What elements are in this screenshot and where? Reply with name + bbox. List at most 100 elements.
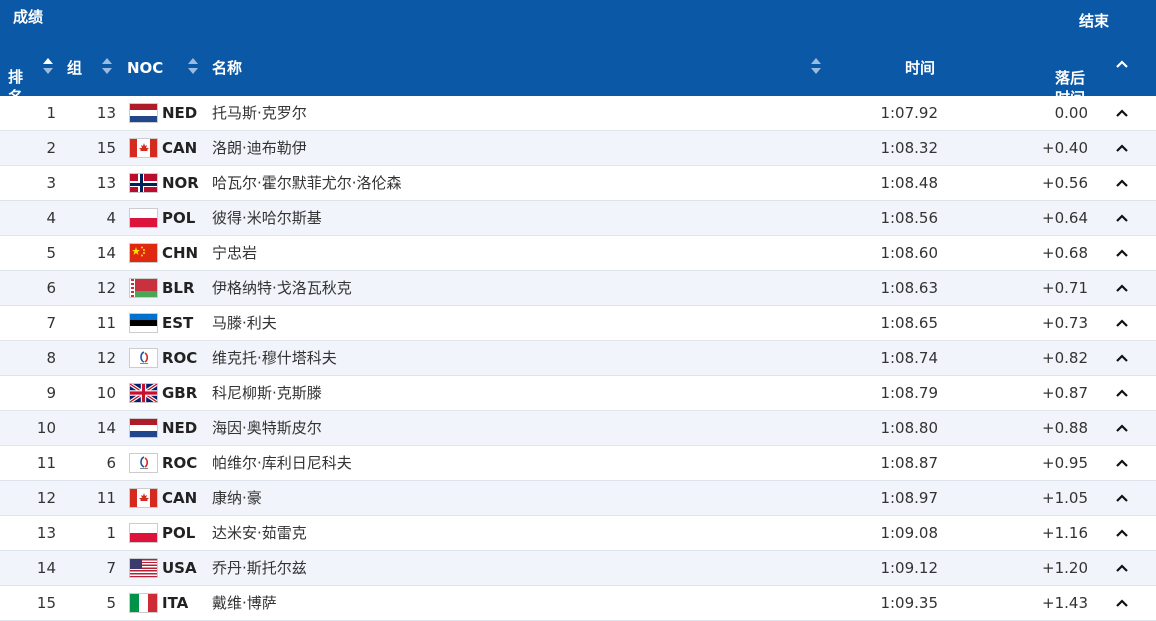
gap-cell: +1.20 xyxy=(1042,559,1088,577)
chevron-up-icon[interactable] xyxy=(1115,562,1129,574)
table-row[interactable]: 7 11 EST 马滕·利夫 1:08.65 +0.73 xyxy=(0,306,1156,341)
group-cell: 11 xyxy=(96,314,116,332)
chevron-up-icon[interactable] xyxy=(1115,352,1129,364)
table-row[interactable]: 5 14 CHN 宁忠岩 1:08.60 +0.68 xyxy=(0,236,1156,271)
table-row[interactable]: 12 11 CAN 康纳·豪 1:08.97 +1.05 xyxy=(0,481,1156,516)
group-cell: 13 xyxy=(96,174,116,192)
group-cell: 4 xyxy=(106,209,116,227)
athlete-name[interactable]: 马滕·利夫 xyxy=(212,306,277,340)
chevron-up-icon[interactable] xyxy=(1115,282,1129,294)
group-cell: 15 xyxy=(96,139,116,157)
noc-cell: CAN xyxy=(162,139,198,157)
table-row[interactable]: 15 5 ITA 戴维·博萨 1:09.35 +1.43 xyxy=(0,586,1156,621)
time-cell: 1:08.79 xyxy=(880,384,938,402)
group-cell: 12 xyxy=(96,279,116,297)
athlete-name[interactable]: 达米安·茹雷克 xyxy=(212,516,307,550)
noc-cell: BLR xyxy=(162,279,195,297)
gap-cell: +1.05 xyxy=(1042,489,1088,507)
time-cell: 1:08.63 xyxy=(880,279,938,297)
gap-cell: +0.40 xyxy=(1042,139,1088,157)
rank-cell: 10 xyxy=(36,419,56,437)
gap-cell: +0.95 xyxy=(1042,454,1088,472)
flag-icon xyxy=(129,243,158,263)
chevron-up-icon[interactable] xyxy=(1115,492,1129,504)
rank-cell: 13 xyxy=(36,524,56,542)
table-row[interactable]: 1 13 NED 托马斯·克罗尔 1:07.92 0.00 xyxy=(0,96,1156,131)
group-cell: 7 xyxy=(106,559,116,577)
gap-cell: +0.87 xyxy=(1042,384,1088,402)
noc-cell: POL xyxy=(162,524,196,542)
table-row[interactable]: 6 12 BLR 伊格纳特·戈洛瓦秋克 1:08.63 +0.71 xyxy=(0,271,1156,306)
athlete-name[interactable]: 彼得·米哈尔斯基 xyxy=(212,201,322,235)
athlete-name[interactable]: 科尼柳斯·克斯滕 xyxy=(212,376,322,410)
sort-icon[interactable] xyxy=(810,57,822,77)
gap-cell: +0.56 xyxy=(1042,174,1088,192)
flag-icon xyxy=(129,488,158,508)
chevron-up-icon[interactable] xyxy=(1115,142,1129,154)
sort-icon[interactable] xyxy=(187,57,199,77)
chevron-up-icon[interactable] xyxy=(1115,107,1129,119)
chevron-up-icon[interactable] xyxy=(1115,527,1129,539)
chevron-up-icon[interactable] xyxy=(1115,422,1129,434)
athlete-name[interactable]: 戴维·博萨 xyxy=(212,586,277,620)
sort-icon[interactable] xyxy=(42,57,54,77)
athlete-name[interactable]: 帕维尔·库利日尼科夫 xyxy=(212,446,352,480)
panel-title: 成绩 xyxy=(13,8,44,26)
flag-icon xyxy=(129,418,158,438)
rank-cell: 5 xyxy=(46,244,56,262)
gap-cell: +0.68 xyxy=(1042,244,1088,262)
table-row[interactable]: 2 15 CAN 洛朗·迪布勒伊 1:08.32 +0.40 xyxy=(0,131,1156,166)
table-row[interactable]: 8 12 ROC 维克托·穆什塔科夫 1:08.74 +0.82 xyxy=(0,341,1156,376)
time-cell: 1:09.08 xyxy=(880,524,938,542)
chevron-up-icon[interactable] xyxy=(1115,597,1129,609)
athlete-name[interactable]: 哈瓦尔·霍尔默菲尤尔·洛伦森 xyxy=(212,166,402,200)
athlete-name[interactable]: 海因·奥特斯皮尔 xyxy=(212,411,322,445)
group-cell: 10 xyxy=(96,384,116,402)
noc-cell: ITA xyxy=(162,594,189,612)
athlete-name[interactable]: 宁忠岩 xyxy=(212,236,257,270)
col-time[interactable]: 时间 xyxy=(905,58,935,78)
rank-cell: 6 xyxy=(46,279,56,297)
time-cell: 1:08.97 xyxy=(880,489,938,507)
chevron-up-icon[interactable] xyxy=(1115,212,1129,224)
noc-cell: GBR xyxy=(162,384,198,402)
athlete-name[interactable]: 托马斯·克罗尔 xyxy=(212,96,307,130)
flag-icon xyxy=(129,208,158,228)
flag-icon xyxy=(129,278,158,298)
time-cell: 1:08.32 xyxy=(880,139,938,157)
athlete-name[interactable]: 维克托·穆什塔科夫 xyxy=(212,341,337,375)
flag-icon xyxy=(129,348,158,368)
table-row[interactable]: 14 7 USA 乔丹·斯托尔兹 1:09.12 +1.20 xyxy=(0,551,1156,586)
group-cell: 11 xyxy=(96,489,116,507)
table-row[interactable]: 9 10 GBR 科尼柳斯·克斯滕 1:08.79 +0.87 xyxy=(0,376,1156,411)
flag-icon xyxy=(129,593,158,613)
table-row[interactable]: 11 6 ROC 帕维尔·库利日尼科夫 1:08.87 +0.95 xyxy=(0,446,1156,481)
col-group[interactable]: 组 xyxy=(67,58,82,78)
results-table: 1 13 NED 托马斯·克罗尔 1:07.92 0.00 2 15 CAN 洛… xyxy=(0,96,1156,621)
group-cell: 6 xyxy=(106,454,116,472)
athlete-name[interactable]: 乔丹·斯托尔兹 xyxy=(212,551,307,585)
chevron-up-icon[interactable] xyxy=(1115,457,1129,469)
gap-cell: +0.82 xyxy=(1042,349,1088,367)
col-name[interactable]: 名称 xyxy=(212,58,242,78)
chevron-up-icon[interactable] xyxy=(1115,317,1129,329)
athlete-name[interactable]: 伊格纳特·戈洛瓦秋克 xyxy=(212,271,352,305)
chevron-up-icon[interactable] xyxy=(1115,177,1129,189)
athlete-name[interactable]: 康纳·豪 xyxy=(212,481,262,515)
table-row[interactable]: 13 1 POL 达米安·茹雷克 1:09.08 +1.16 xyxy=(0,516,1156,551)
chevron-up-icon[interactable] xyxy=(1115,58,1129,70)
rank-cell: 2 xyxy=(46,139,56,157)
rank-cell: 15 xyxy=(36,594,56,612)
table-row[interactable]: 10 14 NED 海因·奥特斯皮尔 1:08.80 +0.88 xyxy=(0,411,1156,446)
chevron-up-icon[interactable] xyxy=(1115,247,1129,259)
col-noc[interactable]: NOC xyxy=(127,58,163,78)
table-row[interactable]: 4 4 POL 彼得·米哈尔斯基 1:08.56 +0.64 xyxy=(0,201,1156,236)
sort-icon[interactable] xyxy=(101,57,113,77)
time-cell: 1:09.12 xyxy=(880,559,938,577)
athlete-name[interactable]: 洛朗·迪布勒伊 xyxy=(212,131,307,165)
col-group-label: 组 xyxy=(67,59,83,77)
table-row[interactable]: 3 13 NOR 哈瓦尔·霍尔默菲尤尔·洛伦森 1:08.48 +0.56 xyxy=(0,166,1156,201)
time-cell: 1:08.80 xyxy=(880,419,938,437)
group-cell: 1 xyxy=(106,524,116,542)
chevron-up-icon[interactable] xyxy=(1115,387,1129,399)
